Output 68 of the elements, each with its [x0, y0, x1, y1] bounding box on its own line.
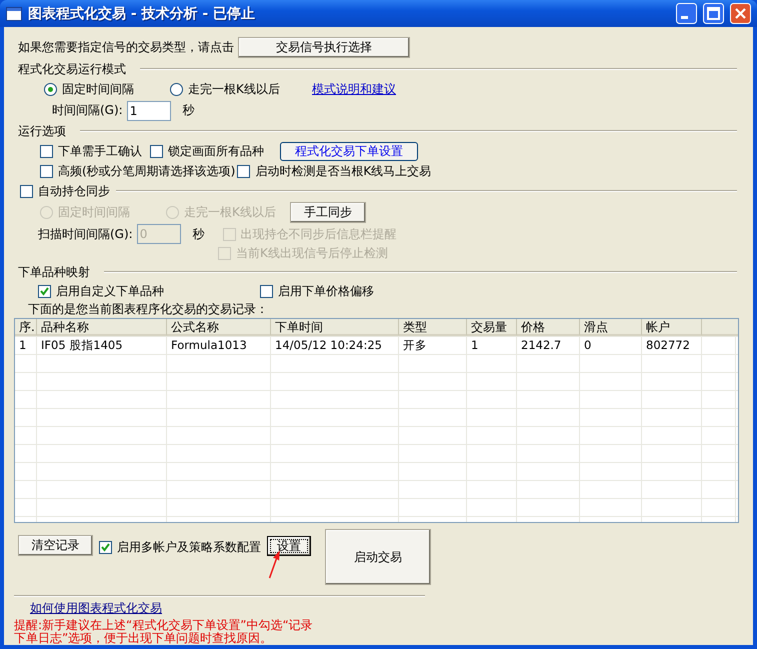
radio-label: 固定时间间隔	[58, 204, 130, 220]
checkbox[interactable]	[40, 144, 53, 158]
unit-label: 秒	[192, 226, 205, 242]
checkbox[interactable]	[260, 284, 273, 298]
app-icon	[6, 6, 22, 20]
radio-button[interactable]	[44, 83, 57, 96]
table-cell: 1	[15, 337, 37, 354]
section-heading: 运行选项	[17, 122, 66, 140]
column-header[interactable]: 序.	[15, 319, 37, 336]
warning-text: 提醒:新手建议在上述“程式化交易下单设置”中勾选“记录	[14, 619, 314, 632]
column-header[interactable]: 公式名称	[167, 319, 271, 336]
table-cell: 1	[467, 337, 517, 354]
warning-text: 下单日志”选项，便于出现下单问题时查找原因。	[14, 632, 274, 645]
table-cell: IF05 股指1405	[37, 337, 167, 354]
column-header[interactable]: 交易量	[467, 319, 517, 336]
radio-label: 走完一根K线以后	[188, 81, 280, 98]
column-header[interactable]: 帐户	[642, 319, 702, 336]
radio-label: 走完一根K线以后	[184, 204, 276, 220]
checkbox[interactable]	[20, 184, 33, 198]
prompt-text: 如果您需要指定信号的交易类型，请点击	[18, 38, 234, 56]
checkbox-label: 锁定画面所有品种	[168, 142, 264, 160]
help-link[interactable]: 如何使用图表程式化交易	[30, 600, 162, 616]
scan-interval-label: 扫描时间间隔(G):	[38, 226, 133, 242]
checkbox[interactable]	[40, 164, 53, 178]
column-header[interactable]: 滑点	[580, 319, 642, 336]
table-row[interactable]: 1 IF05 股指1405 Formula1013 14/05/12 10:24:25 开多 1 2142.7 0 802772	[15, 337, 738, 355]
column-header[interactable]: 价格	[517, 319, 580, 336]
table-cell: 2142.7	[517, 337, 580, 354]
checkbox[interactable]	[38, 284, 51, 298]
checkbox[interactable]	[237, 164, 250, 178]
table-cell: 802772	[642, 337, 702, 354]
interval-field[interactable]: 1	[126, 100, 171, 120]
checkbox-label: 启用下单价格偏移	[278, 282, 374, 300]
table-cell: Formula1013	[167, 337, 271, 354]
close-icon[interactable]	[730, 3, 751, 24]
checkbox-label: 高频(秒或分笔周期请选择该选项)	[58, 162, 236, 180]
records-caption: 下面的是您当前图表程序化交易的交易记录：	[28, 300, 268, 318]
minimize-icon[interactable]	[676, 3, 697, 24]
window-title: 图表程式化交易 - 技术分析 - 已停止	[28, 4, 256, 22]
table-cell: 14/05/12 10:24:25	[271, 337, 399, 354]
maximize-icon[interactable]	[703, 3, 724, 24]
signal-select-button[interactable]: 交易信号执行选择	[238, 36, 410, 58]
checkbox[interactable]	[99, 541, 112, 554]
order-settings-button[interactable]: 程式化交易下单设置	[280, 142, 418, 160]
table-cell: 0	[580, 337, 642, 354]
radio-label: 固定时间间隔	[62, 81, 134, 98]
mode-help-link[interactable]: 模式说明和建议	[312, 81, 396, 98]
radio-button[interactable]	[170, 83, 183, 96]
interval-label: 时间间隔(G):	[52, 102, 123, 119]
checkbox-label: 启用自定义下单品种	[56, 282, 164, 300]
checkbox-label: 下单需手工确认	[58, 142, 142, 160]
checkbox-label: 出现持仓不同步后信息栏提醒	[240, 226, 397, 242]
column-header[interactable]: 类型	[399, 319, 467, 336]
column-header[interactable]: 下单时间	[271, 319, 399, 336]
unit-label: 秒	[182, 102, 195, 119]
manual-sync-button[interactable]: 手工同步	[290, 202, 366, 222]
checkbox-label: 启动时检测是否当根K线马上交易	[255, 162, 432, 180]
table-cell: 开多	[399, 337, 467, 354]
column-header[interactable]: 品种名称	[37, 319, 167, 336]
section-heading: 程式化交易运行模式	[17, 60, 126, 78]
clear-records-button[interactable]: 清空记录	[18, 535, 93, 556]
checkbox-label: 自动持仓同步	[38, 182, 110, 200]
checkbox[interactable]	[150, 144, 163, 158]
checkbox-label: 启用多帐户及策略系数配置	[117, 539, 261, 556]
start-trading-button[interactable]: 启动交易	[325, 529, 431, 585]
section-heading: 下单品种映射	[17, 264, 90, 280]
checkbox-label: 当前K线出现信号后停止检测	[236, 245, 388, 262]
settings-button[interactable]: 设置	[267, 536, 311, 556]
